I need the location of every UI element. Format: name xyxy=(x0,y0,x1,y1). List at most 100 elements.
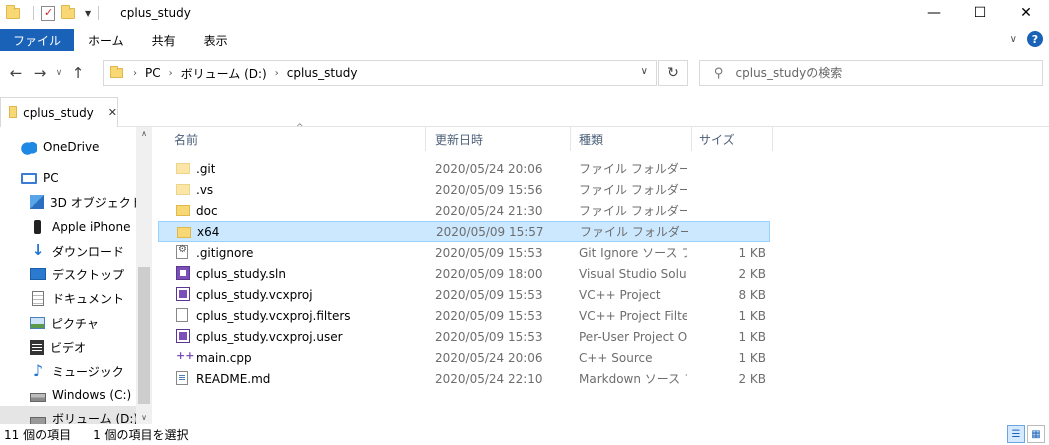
sidebar-item-pictures[interactable]: ピクチャ xyxy=(0,311,136,335)
sidebar-item-music[interactable]: ♪ ミュージック xyxy=(0,359,136,383)
music-icon: ♪ xyxy=(32,361,44,380)
column-header-label: 更新日時 xyxy=(435,132,484,147)
file-name: README.md xyxy=(196,371,271,386)
back-arrow-icon[interactable]: ← xyxy=(4,64,28,82)
file-size: 1 KB xyxy=(738,245,766,260)
sidebar-item-windows-c[interactable]: Windows (C:) xyxy=(0,383,136,407)
file-date: 2020/05/09 18:00 xyxy=(435,266,543,281)
sidebar-item-downloads[interactable]: ↓ ダウンロード xyxy=(0,239,136,263)
large-icons-view-icon[interactable]: ▦ xyxy=(1027,425,1045,443)
file-date: 2020/05/09 15:53 xyxy=(435,308,543,323)
recent-locations-chevron-icon[interactable]: ∨ xyxy=(52,68,66,78)
new-folder-icon[interactable] xyxy=(61,4,75,19)
breadcrumb-pc[interactable]: PC xyxy=(145,66,161,80)
sidebar-item-videos[interactable]: ビデオ xyxy=(0,335,136,359)
onedrive-icon xyxy=(21,139,37,155)
address-row: ← → ∨ ↑ › PC › ボリューム (D:) › cplus_study … xyxy=(0,58,1049,88)
breadcrumb-volume-d[interactable]: ボリューム (D:) xyxy=(181,65,267,82)
search-box[interactable]: ⚲ xyxy=(699,60,1043,86)
hidden-folder-icon xyxy=(176,163,190,174)
sidebar-item-documents[interactable]: ドキュメント xyxy=(0,286,136,310)
tab-home[interactable]: ホーム xyxy=(74,29,138,51)
column-header-type[interactable]: 種類 xyxy=(572,127,692,151)
hidden-folder-icon xyxy=(176,184,190,195)
sidebar-item-3d-objects[interactable]: 3D オブジェクト xyxy=(0,190,143,214)
file-name: main.cpp xyxy=(196,350,252,365)
file-size: 2 KB xyxy=(738,371,766,386)
folder-tab[interactable]: cplus_study ✕ xyxy=(0,97,118,127)
sidebar-item-label: ビデオ xyxy=(50,340,87,355)
sidebar-item-volume-d[interactable]: ボリューム (D:) xyxy=(0,406,139,425)
up-arrow-icon[interactable]: ↑ xyxy=(66,64,90,82)
address-dropdown-icon[interactable]: ∨ xyxy=(641,66,648,77)
window-controls: — ☐ ✕ xyxy=(911,0,1049,26)
expand-ribbon-icon[interactable]: ∨ xyxy=(1010,34,1017,45)
file-date: 2020/05/09 15:53 xyxy=(435,287,543,302)
column-header-date[interactable]: 更新日時 xyxy=(427,127,571,151)
file-size: 1 KB xyxy=(738,329,766,344)
folder-icon xyxy=(177,227,191,238)
table-row[interactable]: ++ main.cpp 2020/05/24 20:06 C++ Source … xyxy=(158,347,770,368)
drive-d-icon xyxy=(30,417,46,424)
table-row[interactable]: doc 2020/05/24 21:30 ファイル フォルダー xyxy=(158,200,770,221)
table-row[interactable]: cplus_study.vcxproj.user 2020/05/09 15:5… xyxy=(158,326,770,347)
table-row[interactable]: cplus_study.vcxproj 2020/05/09 15:53 VC+… xyxy=(158,284,770,305)
sidebar-item-label: ダウンロード xyxy=(52,244,125,259)
table-row[interactable]: cplus_study.vcxproj.filters 2020/05/09 1… xyxy=(158,305,770,326)
table-row[interactable]: .git 2020/05/24 20:06 ファイル フォルダー xyxy=(158,158,770,179)
sidebar-item-label: PC xyxy=(43,171,59,185)
file-type: C++ Source xyxy=(579,350,653,365)
sidebar-item-apple-iphone[interactable]: Apple iPhone xyxy=(0,215,136,239)
filters-file-icon xyxy=(176,308,188,322)
tab-view[interactable]: 表示 xyxy=(190,29,242,51)
breadcrumb-chevron-icon[interactable]: › xyxy=(133,68,137,79)
sidebar-item-label: ボリューム (D:) xyxy=(52,411,139,425)
properties-icon[interactable] xyxy=(41,5,55,21)
toolbar-separator xyxy=(33,6,34,20)
breadcrumb-cplus-study[interactable]: cplus_study xyxy=(287,66,358,80)
minimize-button[interactable]: — xyxy=(911,0,957,26)
maximize-button[interactable]: ☐ xyxy=(957,0,1003,26)
sidebar-item-label: ミュージック xyxy=(52,364,124,379)
forward-arrow-icon[interactable]: → xyxy=(28,64,52,82)
sidebar-item-pc[interactable]: PC xyxy=(0,166,136,190)
view-toggle: ☰ ▦ xyxy=(1007,425,1045,443)
table-row[interactable]: cplus_study.sln 2020/05/09 18:00 Visual … xyxy=(158,263,770,284)
address-bar[interactable]: › PC › ボリューム (D:) › cplus_study ∨ xyxy=(103,60,657,86)
breadcrumb-chevron-icon[interactable]: › xyxy=(275,68,279,79)
table-row[interactable]: .gitignore 2020/05/09 15:53 Git Ignore ソ… xyxy=(158,242,770,263)
file-type: Markdown ソース フ... xyxy=(579,372,687,386)
close-tab-icon[interactable]: ✕ xyxy=(108,106,117,119)
folder-tab-strip: cplus_study ✕ xyxy=(0,97,1049,127)
file-type: ファイル フォルダー xyxy=(579,204,687,218)
sidebar-item-desktop[interactable]: デスクトップ xyxy=(0,262,136,286)
details-view-icon[interactable]: ☰ xyxy=(1007,425,1025,443)
tab-file[interactable]: ファイル xyxy=(0,29,75,51)
sln-file-icon xyxy=(176,266,190,280)
sidebar-scrollbar[interactable]: ∧ ∨ xyxy=(136,127,151,424)
scrollbar-thumb[interactable] xyxy=(138,267,150,404)
refresh-button[interactable]: ↻ xyxy=(658,60,688,86)
table-row[interactable]: README.md 2020/05/24 22:10 Markdown ソース … xyxy=(158,368,770,389)
sidebar-item-onedrive[interactable]: OneDrive xyxy=(0,135,136,159)
customize-quick-access-icon[interactable]: ▼ xyxy=(85,9,91,18)
folder-icon xyxy=(9,105,18,118)
file-size: 2 KB xyxy=(738,266,766,281)
tab-share[interactable]: 共有 xyxy=(138,29,190,51)
search-input[interactable] xyxy=(735,66,1016,80)
file-date: 2020/05/09 15:57 xyxy=(436,224,544,239)
sidebar-item-label: ドキュメント xyxy=(52,291,125,306)
table-row-selected[interactable]: x64 2020/05/09 15:57 ファイル フォルダー xyxy=(158,221,770,242)
table-row[interactable]: .vs 2020/05/09 15:56 ファイル フォルダー xyxy=(158,179,770,200)
title-bar: ▼ cplus_study — ☐ ✕ xyxy=(0,0,1049,26)
scroll-down-icon[interactable]: ∨ xyxy=(136,413,151,422)
file-size: 1 KB xyxy=(738,350,766,365)
scroll-up-icon[interactable]: ∧ xyxy=(136,129,151,138)
file-name: doc xyxy=(196,203,218,218)
column-header-size[interactable]: サイズ xyxy=(693,127,773,151)
desktop-icon xyxy=(30,268,46,280)
help-icon[interactable]: ? xyxy=(1027,31,1043,47)
close-button[interactable]: ✕ xyxy=(1003,0,1049,26)
breadcrumb-chevron-icon[interactable]: › xyxy=(169,68,173,79)
column-header-name[interactable]: 名前 xyxy=(168,127,426,151)
